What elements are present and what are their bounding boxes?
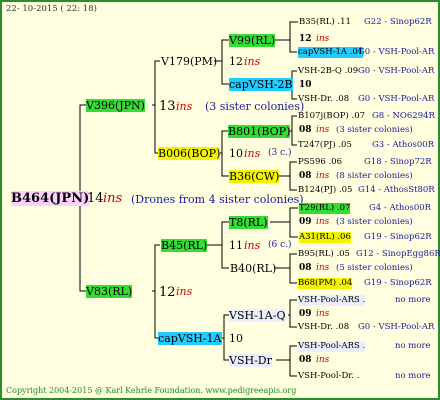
g4-source-8: G14 - AthosSt80R — [358, 185, 435, 195]
g2-year-1: 12 — [229, 55, 243, 68]
g4-source-6: G3 - Athos00R — [372, 140, 435, 150]
g3-note-4: (8 sister colonies) — [336, 171, 413, 181]
g2-note-3: (6 c.) — [268, 240, 292, 250]
g1-queen-2: V83(RL) — [86, 285, 133, 298]
g3-ins-7: ins — [316, 309, 330, 319]
g4-source-1: G22 - Sinop62R — [364, 17, 432, 27]
g3-queen-7: VSH-1A-Q — [229, 309, 286, 322]
g4-source-16: no more — [395, 371, 431, 381]
g2-note-2: (3 c.) — [268, 148, 292, 158]
g2-year-3: 11 — [229, 239, 243, 252]
g3-year-2: 10 — [299, 80, 312, 90]
g3-year-1: 12 — [299, 34, 312, 44]
g3-ins-4: ins — [316, 171, 330, 181]
g3-year-6: 08 — [299, 263, 312, 273]
g4-queen-11: B95(RL) .05 — [298, 249, 350, 259]
g3-note-3: (3 sister colonies) — [336, 125, 413, 135]
g4-queen-6: T247(PJ) .05 — [298, 140, 352, 150]
g4-queen-4: VSH-Dr. .08 — [298, 94, 350, 104]
g2-queen-1: V179(PM) — [161, 55, 218, 68]
g2-queen-3: B45(RL) — [161, 239, 208, 252]
g4-source-10: G19 - Sinop62R — [364, 232, 432, 242]
root-drones-note: (Drones from 4 sister colonies) — [131, 193, 304, 206]
g4-queen-13: VSH-Pool-ARS . — [298, 295, 366, 306]
g1-queen-1: V396(JPN) — [86, 99, 145, 112]
root-ins: ins — [103, 191, 123, 206]
g3-queen-3: B801(BOP) — [228, 125, 291, 138]
g4-queen-9: T29(RL) .07 — [299, 203, 351, 214]
root-queen: B464(JPN) — [11, 191, 90, 206]
g1-ins-2: ins — [176, 285, 193, 298]
g2-ins-1: ins — [244, 55, 261, 68]
g2-year-2: 10 — [229, 147, 243, 160]
g4-queen-1: B35(RL) .11 — [299, 17, 351, 27]
g4-source-5: G8 - NO6294R — [372, 111, 435, 121]
g3-queen-2: capVSH-2B — [229, 78, 293, 91]
g4-queen-8: B124(PJ) .05 — [298, 185, 353, 195]
g4-source-11: G12 - SinopEgg86R — [356, 249, 440, 259]
g2-queen-2: B006(BOP) — [158, 147, 221, 160]
g3-year-8: 08 — [299, 355, 312, 365]
g3-note-6: (5 sister colonies) — [336, 263, 413, 273]
g4-queen-7: PS596 .06 — [298, 157, 342, 167]
g3-ins-8: ins — [316, 355, 330, 365]
g3-year-7: 09 — [299, 309, 312, 319]
g3-ins-1: ins — [316, 34, 330, 44]
g2-ins-2: ins — [244, 147, 261, 160]
g4-queen-3: VSH-2B-Q .09 — [298, 66, 359, 76]
g2-queen-4: capVSH-1A — [158, 332, 222, 345]
g4-source-2: G0 - VSH-Pool-AR — [358, 47, 435, 57]
g4-source-15: no more — [395, 341, 431, 351]
g3-ins-6: ins — [316, 263, 330, 273]
g4-queen-5: B107j(BOP) .07 — [298, 111, 366, 121]
g4-source-4: G0 - VSH-Pool-AR — [358, 94, 435, 104]
g3-queen-4: B36(CW) — [229, 170, 280, 183]
g3-queen-6: B40(RL) — [230, 262, 277, 275]
g4-source-14: G0 - VSH-Pool-AR — [358, 322, 435, 332]
g4-source-12: G19 - Sinop62R — [364, 278, 432, 288]
g1-ins-1: ins — [176, 100, 193, 113]
g3-year-3: 08 — [299, 125, 312, 135]
g2-year-4: 10 — [229, 332, 243, 345]
g3-ins-5: ins — [316, 217, 330, 227]
g3-year-4: 08 — [299, 171, 312, 181]
g2-ins-3: ins — [244, 239, 261, 252]
g4-queen-2: capVSH-1A .01 — [298, 47, 364, 58]
g1-year-2: 12 — [159, 285, 176, 300]
g4-source-3: G0 - VSH-Pool-AR — [358, 66, 435, 76]
g4-queen-16: VSH-Pool-Dr. . — [298, 371, 360, 381]
g4-queen-10: A31(RL) .06 — [299, 232, 351, 243]
g3-year-5: 09 — [299, 217, 312, 227]
g4-queen-15: VSH-Pool-ARS . — [298, 341, 366, 352]
g3-queen-1: V99(RL) — [229, 34, 276, 47]
g3-note-5: (3 sister colonies) — [336, 217, 413, 227]
g3-ins-3: ins — [316, 125, 330, 135]
g1-note-1: (3 sister colonies) — [205, 100, 305, 113]
g4-source-9: G4 - Athos00R — [369, 203, 432, 213]
g4-queen-14: VSH-Dr. .08 — [298, 322, 350, 332]
g4-source-7: G18 - Sinop72R — [364, 157, 432, 167]
copyright-footer: Copyright 2004-2015 @ Karl Kehrle Founda… — [6, 386, 297, 395]
g4-queen-12: B68(PM) .04 — [298, 278, 353, 289]
g3-queen-5: T8(RL) — [229, 216, 268, 229]
g4-source-13: no more — [395, 295, 431, 305]
g1-year-1: 13 — [159, 99, 176, 114]
root-year: 14 — [87, 191, 104, 206]
g3-queen-8: VSH-Dr — [229, 354, 272, 367]
